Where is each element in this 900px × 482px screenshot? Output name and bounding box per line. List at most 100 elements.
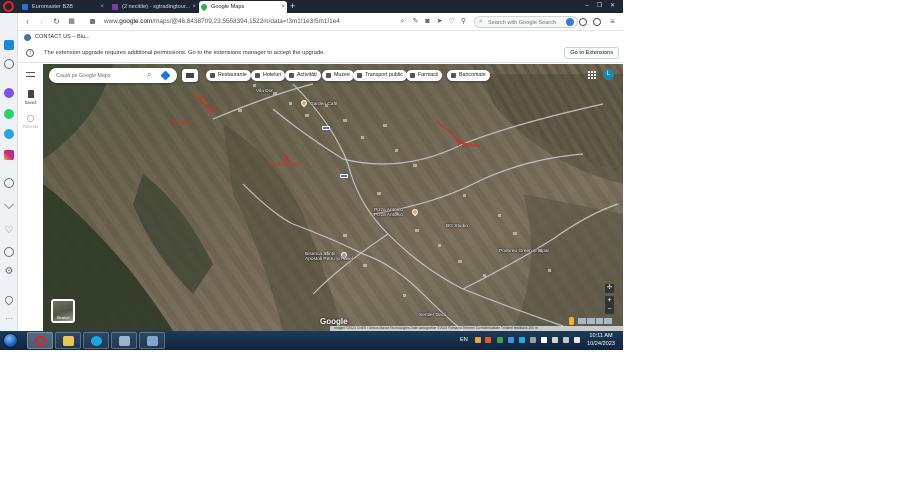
close-window-icon[interactable]: ✕	[610, 0, 615, 13]
recents-clock-icon[interactable]	[27, 115, 34, 122]
menu-icon[interactable]: ≡	[608, 17, 617, 26]
bookmark-heart-icon[interactable]: ♡	[447, 17, 456, 26]
tab-google-maps[interactable]: Google Maps ×	[199, 1, 287, 13]
saved-label[interactable]: Saved	[18, 100, 43, 105]
instagram-icon[interactable]	[4, 150, 14, 160]
maps-search-box[interactable]: ⌕	[49, 68, 177, 83]
pegman-icon[interactable]	[569, 317, 574, 325]
network-icon[interactable]	[552, 337, 558, 343]
speed-dial-icon[interactable]	[4, 59, 14, 69]
back-button[interactable]: ‹	[22, 16, 33, 27]
vpn-icon[interactable]	[566, 18, 574, 26]
share-icon[interactable]: ➤	[435, 17, 444, 26]
zoom-in-button[interactable]: +	[605, 296, 614, 305]
send-icon[interactable]	[4, 199, 14, 209]
account-icon[interactable]	[593, 18, 601, 26]
tab-euromaster[interactable]: Euromaster B2B ×	[20, 1, 106, 13]
tab-close-icon[interactable]: ×	[281, 1, 285, 13]
telegram-icon[interactable]	[4, 129, 14, 139]
history-icon[interactable]	[4, 247, 14, 257]
place-label[interactable]: Vila Dor	[256, 89, 273, 94]
url-field[interactable]: www.google.com/maps/@46.8438709,23.55583…	[104, 16, 340, 28]
volume-icon[interactable]	[574, 337, 580, 343]
player-icon[interactable]	[4, 178, 14, 188]
tabs-grid-icon[interactable]: ▦	[66, 16, 77, 27]
bookmark-contact-us[interactable]: CONTACT US – Blu...	[24, 32, 90, 43]
account-avatar[interactable]: L	[603, 69, 614, 80]
saved-bookmark-icon[interactable]	[28, 90, 34, 98]
road-number-badge	[322, 126, 330, 130]
maps-menu-icon[interactable]	[26, 72, 35, 77]
tab-close-icon[interactable]: ×	[100, 1, 104, 13]
reload-button[interactable]: ↻	[51, 16, 62, 27]
maps-search-input[interactable]	[56, 71, 144, 80]
lock-icon[interactable]	[90, 19, 95, 24]
recents-label[interactable]: Recents	[18, 124, 43, 129]
maximize-icon[interactable]: ❐	[597, 0, 602, 13]
system-clock[interactable]: 10:11 AM 10/24/2023	[586, 333, 616, 348]
place-label[interactable]: Biserica Sfinții Apostoli Petru și Pavel	[305, 252, 353, 262]
tab-close-icon[interactable]: ×	[192, 1, 196, 13]
new-tab-button[interactable]: +	[290, 1, 295, 11]
chip-restaurants[interactable]: Restaurante	[206, 70, 251, 81]
opera-logo-icon[interactable]	[3, 1, 14, 12]
tray-app-icon[interactable]	[485, 337, 491, 343]
zoom-out-button[interactable]: −	[605, 305, 614, 314]
browser-search-box[interactable]: ⌕	[474, 16, 578, 28]
taskbar-app[interactable]	[111, 332, 137, 349]
chip-pharmacies[interactable]: Farmacii	[406, 70, 443, 81]
street-view-thumbnails[interactable]	[578, 318, 612, 324]
action-center-icon[interactable]	[563, 337, 569, 343]
compass-icon[interactable]: ✣	[605, 284, 614, 293]
taskbar-explorer[interactable]	[55, 332, 81, 349]
place-label[interactable]: Garden Café	[310, 102, 337, 107]
chip-label: Muzee	[334, 72, 350, 78]
atm-icon	[451, 73, 456, 78]
forward-button[interactable]: ›	[36, 16, 47, 27]
pinboard-icon[interactable]	[3, 294, 15, 306]
tray-app-icon[interactable]	[497, 337, 503, 343]
easy-setup-icon[interactable]: ✎	[411, 17, 420, 26]
place-label[interactable]: BG Studio	[446, 224, 468, 229]
place-label[interactable]: Sentier Dacii	[419, 313, 446, 318]
directions-icon[interactable]	[160, 70, 171, 81]
go-to-extensions-button[interactable]: Go to Extensions	[564, 47, 619, 59]
chip-hotels[interactable]: Hoteluri	[251, 70, 286, 81]
camera-snapshot-icon[interactable]: ◙	[423, 17, 432, 26]
settings-gear-icon[interactable]: ⚙	[4, 267, 14, 277]
language-indicator[interactable]: EN	[460, 335, 468, 345]
start-button[interactable]	[3, 333, 18, 348]
tab-mail[interactable]: (2 necitite) - sgtradingtour... ×	[110, 1, 198, 13]
taskbar-remote[interactable]	[139, 332, 165, 349]
browser-search-input[interactable]	[488, 18, 576, 27]
whatsapp-icon[interactable]	[4, 109, 14, 119]
search-page-icon[interactable]: ⌕	[398, 17, 407, 26]
tray-app-icon[interactable]	[541, 337, 547, 343]
extensions-icon[interactable]: ⚲	[459, 17, 468, 26]
tray-app-icon[interactable]	[508, 337, 514, 343]
tray-app-icon[interactable]	[519, 337, 525, 343]
chip-museums[interactable]: Muzee	[322, 70, 354, 81]
chip-activities[interactable]: Activități	[285, 70, 321, 81]
wallet-icon[interactable]	[579, 18, 587, 26]
bed-icon	[255, 73, 260, 78]
search-icon[interactable]: ⌕	[147, 70, 151, 80]
chip-public-transport[interactable]: Transport public	[353, 70, 407, 81]
heart-icon[interactable]: ♡	[4, 226, 14, 236]
place-label[interactable]: Pizza Antonio Pizza Antonio	[374, 208, 403, 218]
messenger-icon[interactable]	[4, 88, 14, 98]
tray-app-icon[interactable]	[475, 337, 481, 343]
taskbar-skype[interactable]	[83, 332, 109, 349]
layers-button[interactable]: Straturi	[51, 299, 75, 323]
google-apps-icon[interactable]	[588, 71, 596, 79]
satellite-map-canvas[interactable]: Garden Café Pizza Antonio Pizza Antonio …	[43, 64, 623, 331]
collapse-panel-button[interactable]	[182, 69, 198, 82]
tray-app-icon[interactable]	[530, 337, 536, 343]
place-label[interactable]: Podoreu Green și Sipar	[499, 249, 549, 254]
minimize-icon[interactable]: ⎯	[586, 0, 589, 13]
windows-taskbar: EN 10:11 AM 10/24/2023	[0, 331, 623, 350]
chip-atms[interactable]: Bancomate	[447, 70, 490, 81]
more-icon[interactable]: ···	[4, 315, 14, 326]
taskbar-opera[interactable]	[27, 332, 53, 349]
home-icon[interactable]	[4, 40, 14, 50]
